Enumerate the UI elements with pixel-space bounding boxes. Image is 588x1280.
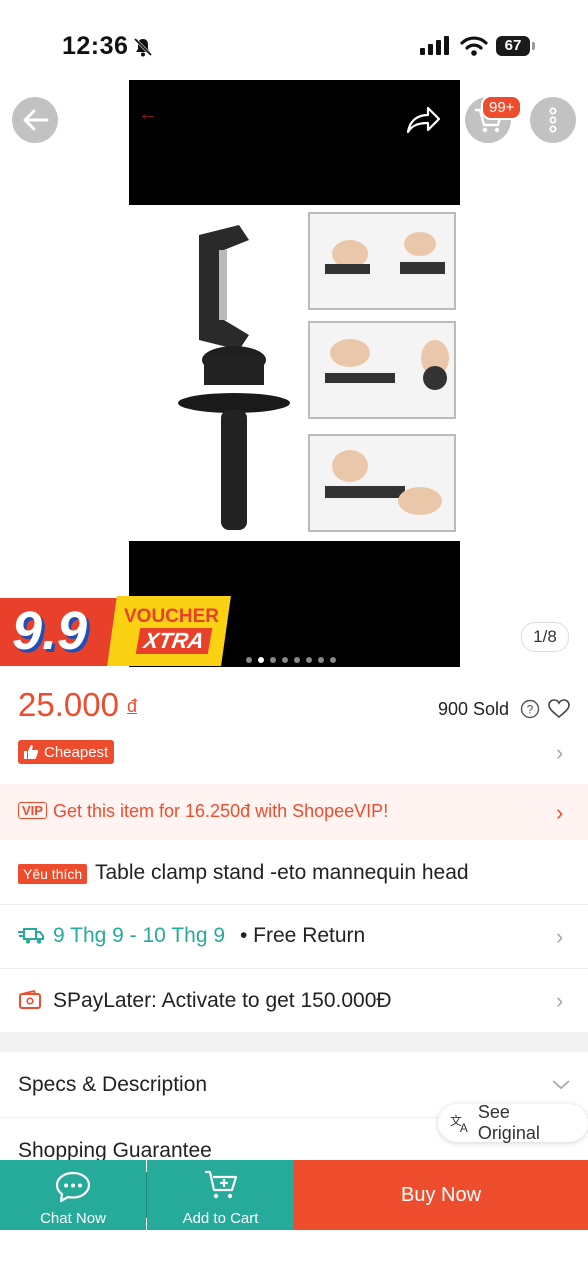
see-original-button[interactable]: 文 A See Original: [438, 1102, 588, 1143]
thumbs-up-icon: [24, 745, 39, 759]
wifi-icon: [460, 36, 488, 56]
thumbnail-1: [308, 212, 456, 310]
battery-indicator: 67: [496, 36, 530, 56]
wallet-icon: [19, 990, 41, 1009]
back-arrow-icon: [23, 109, 49, 131]
more-button[interactable]: [530, 97, 576, 143]
sold-count: 900 Sold: [438, 699, 510, 719]
vip-badge: VIP: [18, 802, 47, 819]
cart-count-badge: 99+: [481, 95, 523, 120]
gallery-dot: [258, 657, 264, 663]
help-circle-icon[interactable]: ?: [520, 699, 540, 719]
gallery-dot: [318, 657, 324, 663]
bell-muted-icon: [133, 37, 153, 57]
product-title: Table clamp stand -eto mannequin head: [95, 861, 469, 884]
free-return-label: • Free Return: [240, 924, 366, 947]
status-time: 12:36: [62, 32, 129, 60]
chevron-right-icon[interactable]: ›: [556, 988, 563, 1014]
delivery-truck-icon: [18, 928, 44, 944]
chat-now-label: Chat Now: [40, 1210, 106, 1227]
gallery-pagination-dots: [246, 657, 336, 663]
chevron-right-icon[interactable]: ›: [556, 800, 563, 826]
gallery-dot: [282, 657, 288, 663]
heart-icon[interactable]: [548, 699, 570, 719]
product-price: 25.000: [18, 686, 119, 723]
arrow-left-icon: ←: [138, 103, 158, 125]
gallery-dot: [294, 657, 300, 663]
more-vertical-icon: [549, 107, 557, 133]
cheapest-badge[interactable]: Cheapest: [18, 740, 115, 764]
chevron-down-icon[interactable]: [552, 1080, 570, 1090]
promo-xtra-text: XTRA: [135, 628, 213, 654]
section-gap: [0, 1032, 588, 1052]
gallery-dot: [330, 657, 336, 663]
gallery-dot: [270, 657, 276, 663]
home-indicator-area: [0, 1230, 588, 1280]
chevron-right-icon[interactable]: ›: [556, 924, 563, 950]
thumbnail-2: [308, 321, 456, 419]
gallery-dot: [306, 657, 312, 663]
svg-text:A: A: [460, 1121, 468, 1133]
add-to-cart-button[interactable]: Add to Cart: [147, 1160, 294, 1230]
price-currency: đ: [127, 696, 138, 716]
chat-bubble-icon: [55, 1171, 91, 1203]
add-to-cart-icon: [205, 1170, 238, 1199]
buy-now-button[interactable]: Buy Now: [294, 1160, 588, 1230]
chevron-right-icon[interactable]: ›: [556, 740, 563, 766]
promo-voucher-text: VOUCHER: [124, 606, 220, 627]
see-original-label: See Original: [477, 1102, 540, 1143]
spaylater-text: SPayLater: Activate to get 150.000Đ: [53, 989, 392, 1012]
add-to-cart-label: Add to Cart: [182, 1210, 259, 1227]
cellular-signal-icon: [420, 36, 449, 55]
translate-icon: 文 A: [450, 1114, 468, 1133]
thumbnail-3: [308, 434, 456, 532]
chat-now-button[interactable]: Chat Now: [0, 1160, 146, 1230]
delivery-date: 9 Thg 9 - 10 Thg 9: [53, 924, 226, 947]
favorite-shop-badge: Yêu thích: [18, 864, 88, 884]
svg-text:?: ?: [527, 703, 534, 717]
specs-description-header[interactable]: Specs & Description: [18, 1073, 207, 1097]
promo-99-text: 9.9: [12, 601, 88, 661]
gallery-dot: [246, 657, 252, 663]
vip-offer-text: Get this item for 16.250đ with ShopeeVIP…: [53, 801, 389, 821]
gallery-counter: 1/8: [521, 622, 569, 652]
share-icon[interactable]: [404, 104, 442, 136]
battery-cap: [532, 42, 535, 50]
cheapest-label: Cheapest: [44, 743, 109, 761]
back-button[interactable]: [12, 97, 58, 143]
